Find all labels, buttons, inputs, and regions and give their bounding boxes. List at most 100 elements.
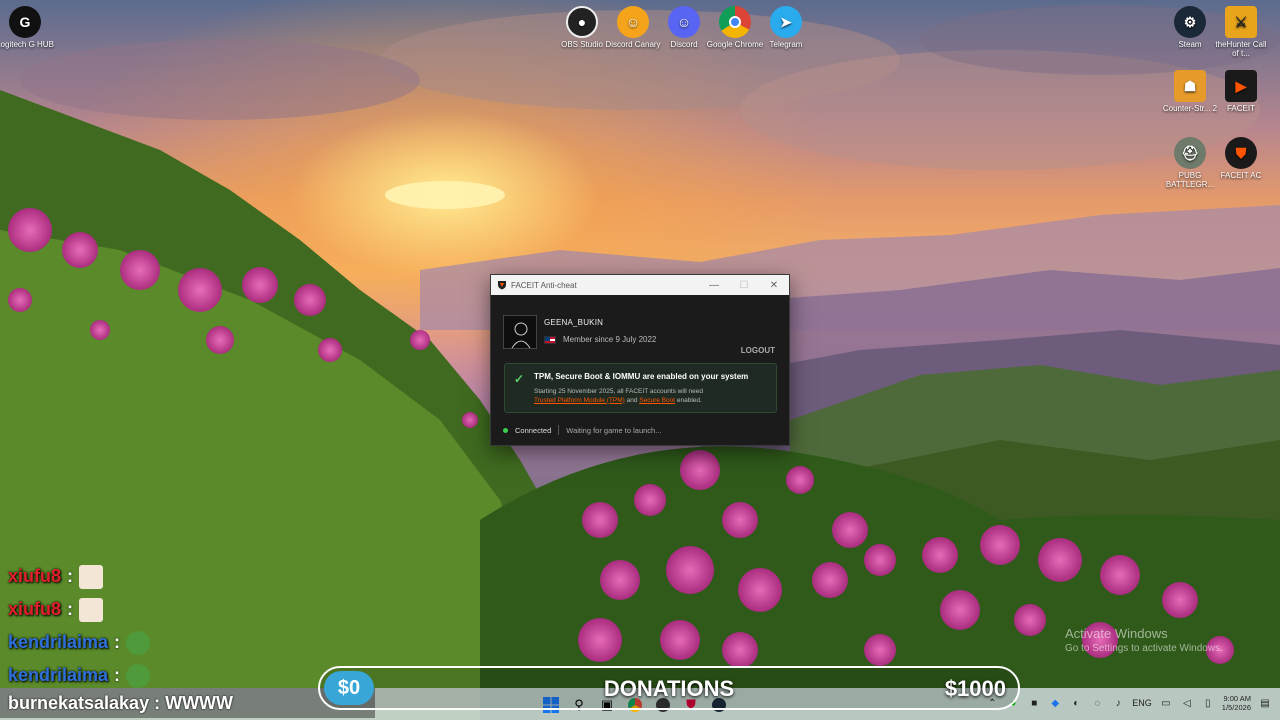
faceit-anticheat-window: FACEIT Anti-cheat — ☐ ✕ GEENA_BUKIN Memb… (490, 274, 790, 446)
chat-message: xiufu8 : (8, 593, 150, 626)
logitech-g-hub-shortcut[interactable]: G Logitech G HUB (0, 6, 54, 49)
notification-icon[interactable]: ▤ (1258, 696, 1272, 710)
chat-message: xiufu8 : (8, 560, 150, 593)
shortcut-label: PUBG BATTLEGR... (1165, 171, 1215, 189)
chat-username: kendrilaima (8, 665, 109, 685)
steam-icon: ⚙ (1174, 6, 1206, 38)
window-titlebar[interactable]: FACEIT Anti-cheat — ☐ ✕ (491, 275, 789, 295)
donations-goal: $1000 (944, 676, 1006, 701)
connection-status: Connected Waiting for game to launch... (503, 425, 661, 435)
clock-date: 1/5/2026 (1221, 703, 1251, 712)
obs-studio-shortcut[interactable]: ● OBS Studio (553, 6, 611, 49)
shortcut-label: FACEIT (1226, 104, 1255, 113)
chat-colon: : (114, 632, 121, 652)
volume-icon[interactable]: ◁ (1180, 696, 1194, 710)
window-title: FACEIT Anti-cheat (511, 280, 577, 290)
chrome-icon (719, 6, 751, 38)
minimize-button[interactable]: — (699, 280, 729, 291)
tray-app-icon[interactable]: ■ (1027, 696, 1041, 710)
obs-icon: ● (566, 6, 598, 38)
network-icon[interactable]: ▭ (1159, 696, 1173, 710)
microphone-icon[interactable]: ♪ (1111, 696, 1125, 710)
avatar (503, 315, 537, 349)
steam-shortcut[interactable]: ⚙ Steam (1161, 6, 1219, 49)
pubg-icon: ⛑ (1174, 137, 1206, 169)
member-since-text: Member since 9 July 2022 (563, 335, 657, 344)
chat-colon: : (67, 599, 74, 619)
tray-app-icon[interactable]: ◐ (1069, 696, 1083, 710)
chat-message: kendrilaima : (8, 626, 151, 659)
country-flag-icon (544, 335, 556, 344)
divider (558, 425, 560, 435)
activate-title: Activate Windows (1065, 626, 1168, 641)
logitech-g-icon: G (9, 6, 41, 38)
thehunter-shortcut[interactable]: ⚔ theHunter Call of t... (1212, 6, 1270, 58)
telegram-shortcut[interactable]: ➤ Telegram (757, 6, 815, 49)
discord-canary-shortcut[interactable]: ☺ Discord Canary (604, 6, 662, 49)
tray-app-icon[interactable]: ◆ (1048, 696, 1062, 710)
battery-icon[interactable]: ▯ (1201, 696, 1215, 710)
close-button[interactable]: ✕ (759, 280, 789, 291)
chat-username: xiufu8 (8, 566, 62, 586)
shortcut-label: OBS Studio (561, 40, 603, 49)
chat-overlay: xiufu8 : xiufu8 : kendrilaima : kendrila… (8, 560, 151, 692)
shortcut-label: Counter-Str... 2 (1162, 104, 1218, 113)
security-status-alert: ✓ TPM, Secure Boot & IOMMU are enabled o… (504, 363, 777, 413)
tpm-link[interactable]: Trusted Platform Module (TPM) (534, 397, 625, 404)
alert-body-end: enabled. (676, 396, 702, 404)
waiting-text: Waiting for game to launch... (566, 425, 662, 435)
chat-username: xiufu8 (8, 599, 62, 619)
shortcut-label: Discord (670, 40, 698, 49)
checkmark-icon: ✓ (514, 372, 525, 386)
faceit-ac-icon: ⛊ (1225, 137, 1257, 169)
telegram-icon: ➤ (770, 6, 802, 38)
chat-colon: : (67, 566, 74, 586)
maximize-button[interactable]: ☐ (729, 280, 759, 291)
activate-subtitle: Go to Settings to activate Windows. (1065, 643, 1223, 654)
frog-emote-icon (126, 663, 151, 688)
pubg-shortcut[interactable]: ⛑ PUBG BATTLEGR... (1161, 137, 1219, 189)
faceit-ac-shortcut[interactable]: ⛊ FACEIT AC (1212, 137, 1270, 180)
connected-dot-icon (503, 427, 508, 433)
alert-title: TPM, Secure Boot & IOMMU are enabled on … (534, 372, 749, 381)
cs2-icon: ☗ (1174, 70, 1206, 102)
discord-shortcut[interactable]: ☺ Discord (655, 6, 713, 49)
user-panel: GEENA_BUKIN Member since 9 July 2022 LOG… (491, 295, 789, 365)
donations-label: DONATIONS (603, 676, 735, 701)
counter-strike-2-shortcut[interactable]: ☗ Counter-Str... 2 (1161, 70, 1219, 113)
shortcut-label: Steam (1178, 40, 1202, 49)
discord-icon: ☺ (668, 6, 700, 38)
google-chrome-shortcut[interactable]: Google Chrome (706, 6, 764, 49)
donations-bar: $0 DONATIONS $1000 (318, 666, 1020, 710)
chat-colon: : (114, 665, 121, 685)
language-indicator[interactable]: ENG (1132, 698, 1152, 708)
member-since: Member since 9 July 2022 (544, 335, 656, 344)
anime-emote-icon (79, 564, 104, 589)
alert-body: Starting 25 November 2025, all FACEIT ac… (534, 388, 774, 405)
shortcut-label: Logitech G HUB (0, 40, 54, 49)
status-text: Connected (515, 425, 552, 435)
shortcut-label: FACEIT AC (1220, 171, 1262, 180)
tray-app-icon[interactable]: ◌ (1090, 696, 1104, 710)
clock[interactable]: 9:00 AM 1/5/2026 (1222, 694, 1251, 712)
username: GEENA_BUKIN (544, 318, 604, 327)
anime-emote-icon (79, 597, 104, 622)
alert-and: and (626, 396, 638, 404)
system-tray: ⌃ ● ■ ◆ ◐ ◌ ♪ ENG ▭ ◁ ▯ 9:00 AM 1/5/2026… (985, 694, 1272, 712)
faceit-shield-icon (498, 281, 506, 290)
frog-emote-icon (126, 630, 151, 655)
shortcut-label: theHunter Call of t... (1215, 40, 1267, 58)
shortcut-label: Discord Canary (605, 40, 661, 49)
clock-time: 9:00 AM (1223, 694, 1251, 703)
discord-canary-icon: ☺ (617, 6, 649, 38)
activate-windows-watermark: Activate Windows Go to Settings to activ… (1065, 626, 1223, 654)
alert-body-start: Starting 25 November 2025, all FACEIT ac… (534, 388, 703, 395)
shortcut-label: Telegram (769, 40, 803, 49)
thehunter-icon: ⚔ (1225, 6, 1257, 38)
secure-boot-link[interactable]: Secure Boot (639, 397, 675, 404)
shortcut-label: Google Chrome (706, 40, 764, 49)
faceit-icon: ▶ (1225, 70, 1257, 102)
logout-button[interactable]: LOGOUT (741, 346, 775, 355)
faceit-shortcut[interactable]: ▶ FACEIT (1212, 70, 1270, 113)
chat-username: kendrilaima (8, 632, 109, 652)
